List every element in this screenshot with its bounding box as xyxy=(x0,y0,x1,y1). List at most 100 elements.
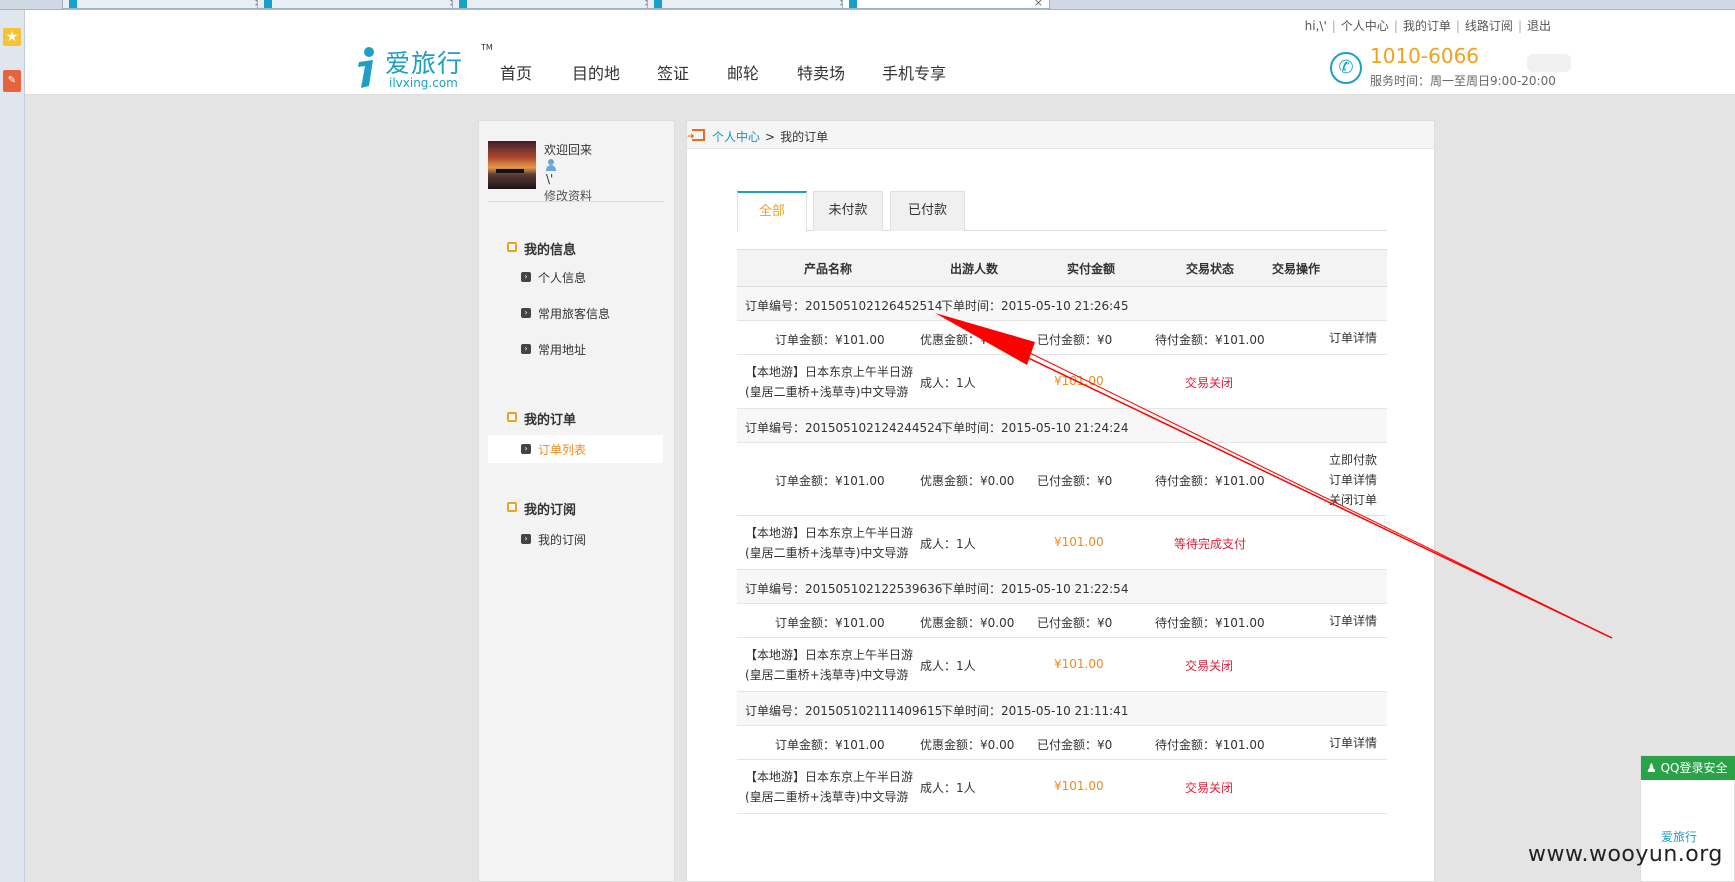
product-name[interactable]: 【本地游】日本东京上午半日游(皇居二重桥+浅草寺)中文导游 xyxy=(745,523,920,563)
username: \' xyxy=(546,172,554,186)
order-discount: 优惠金额：¥0.00 xyxy=(920,333,1015,347)
order-amount-row: 订单金额：¥101.00 优惠金额：¥0.00 已付金额：¥0 待付金额：¥10… xyxy=(737,726,1387,760)
browser-tab[interactable]: × xyxy=(452,0,660,9)
qq-login-bar[interactable]: ♟ QQ登录安全 xyxy=(1641,756,1735,780)
order-paid: 已付金额：¥0 xyxy=(1037,616,1113,630)
logo-i-icon xyxy=(358,47,374,88)
route-subscription-link[interactable]: 线路订阅 xyxy=(1465,19,1513,33)
sidebar-item-label: 订单列表 xyxy=(538,443,587,457)
browser-tab-active[interactable]: × xyxy=(842,0,1050,9)
sidebar-item-subscriptions[interactable]: › 我的订阅 xyxy=(488,525,663,553)
browser-tabstrip: × × × × × xyxy=(0,0,1735,10)
close-order-link[interactable]: 关闭订单 xyxy=(1329,490,1377,510)
tab-all[interactable]: 全部 xyxy=(737,191,807,232)
order-detail-link[interactable]: 订单详情 xyxy=(1329,328,1377,348)
paid-amount: ¥101.00 xyxy=(1054,779,1104,793)
logout-link[interactable]: 退出 xyxy=(1527,19,1551,33)
watermark: www.wooyun.org xyxy=(1528,842,1723,867)
section-title-my-orders: 我的订单 xyxy=(524,413,577,428)
order-due: 待付金额：¥101.00 xyxy=(1155,616,1265,630)
order-status: 交易关闭 xyxy=(1185,376,1234,390)
breadcrumb-current: 我的订单 xyxy=(780,130,829,144)
tab-unpaid[interactable]: 未付款 xyxy=(813,191,883,231)
order-due: 待付金额：¥101.00 xyxy=(1155,333,1265,347)
product-name[interactable]: 【本地游】日本东京上午半日游(皇居二重桥+浅草寺)中文导游 xyxy=(745,767,920,807)
product-name[interactable]: 【本地游】日本东京上午半日游(皇居二重桥+浅草寺)中文导游 xyxy=(745,362,920,402)
order-time: 下单时间：2015-05-10 21:26:45 xyxy=(941,299,1129,313)
favorites-star-icon[interactable]: ★ xyxy=(3,28,21,46)
site-header: hi,\' | 个人中心 | 我的订单 | 线路订阅 | 退出 爱旅行 TM ilvxing.c… xyxy=(25,10,1735,95)
order-detail-link[interactable]: 订单详情 xyxy=(1329,733,1377,753)
avatar[interactable] xyxy=(488,141,536,189)
divider xyxy=(488,201,664,202)
sidebar-item-addresses[interactable]: › 常用地址 xyxy=(488,335,663,363)
sidebar-item-label: 常用旅客信息 xyxy=(538,307,611,321)
order-time: 下单时间：2015-05-10 21:24:24 xyxy=(941,421,1129,435)
nav-visa[interactable]: 签证 xyxy=(657,60,689,84)
breadcrumb-link[interactable]: 个人中心 xyxy=(712,130,760,144)
arrow-right-icon: › xyxy=(521,272,531,282)
section-bullet-icon xyxy=(507,502,517,512)
breadcrumb: ➜ 个人中心 > 我的订单 xyxy=(687,121,1434,149)
order-amount-row: 订单金额：¥101.00 优惠金额：¥0.00 已付金额：¥0 待付金额：¥10… xyxy=(737,604,1387,638)
section-title-my-subscriptions: 我的订阅 xyxy=(524,503,577,518)
column-header: 交易状态 xyxy=(1186,262,1235,276)
greeting-text: hi,\' xyxy=(1304,19,1327,33)
qq-icon: ♟ xyxy=(1646,761,1661,775)
browser-tab[interactable]: × xyxy=(647,0,855,9)
order-due: 待付金额：¥101.00 xyxy=(1155,474,1265,488)
world-map-icon xyxy=(1527,54,1571,72)
nav-cruise[interactable]: 邮轮 xyxy=(727,60,759,84)
tab-paid[interactable]: 已付款 xyxy=(890,191,965,231)
column-header: 交易操作 xyxy=(1272,262,1321,276)
user-sidebar: 欢迎回来 \' 修改资料 我的信息 › 个人信息 › 常用旅客信息 › 常用地址 我的… xyxy=(478,120,675,882)
logo-trademark: TM xyxy=(481,43,493,52)
favicon-icon xyxy=(264,0,272,8)
top-links: hi,\' | 个人中心 | 我的订单 | 线路订阅 | 退出 xyxy=(1304,19,1551,33)
order-paid: 已付金额：¥0 xyxy=(1037,333,1113,347)
order-time: 下单时间：2015-05-10 21:22:54 xyxy=(941,582,1129,596)
close-icon[interactable]: × xyxy=(1034,0,1043,9)
order-product-row: 【本地游】日本东京上午半日游(皇居二重桥+浅草寺)中文导游 成人：1人 ¥101… xyxy=(737,638,1387,692)
order-number: 订单编号：201505102122539636 xyxy=(745,582,943,596)
browser-tab[interactable]: × xyxy=(257,0,465,9)
my-orders-link[interactable]: 我的订单 xyxy=(1403,19,1451,33)
favicon-icon xyxy=(849,0,857,8)
order-due: 待付金额：¥101.00 xyxy=(1155,738,1265,752)
paid-amount: ¥101.00 xyxy=(1054,535,1104,549)
bookmark-tool-icon[interactable]: ✎ xyxy=(3,70,21,92)
nav-sale[interactable]: 特卖场 xyxy=(797,60,845,84)
service-hours: 服务时间：周一至周日9:00-20:00 xyxy=(1370,74,1556,88)
order-detail-link[interactable]: 订单详情 xyxy=(1329,611,1377,631)
order-product-row: 【本地游】日本东京上午半日游(皇居二重桥+浅草寺)中文导游 成人：1人 ¥101… xyxy=(737,760,1387,814)
logo-domain: ilvxing.com xyxy=(389,76,458,90)
sidebar-item-order-list[interactable]: › 订单列表 xyxy=(488,435,663,463)
order-status: 交易关闭 xyxy=(1185,781,1234,795)
traveler-count: 成人：1人 xyxy=(920,659,976,673)
nav-home[interactable]: 首页 xyxy=(500,60,532,84)
order-discount: 优惠金额：¥0.00 xyxy=(920,474,1015,488)
section-bullet-icon xyxy=(507,242,517,252)
arrow-right-icon: › xyxy=(521,344,531,354)
arrow-right-icon: › xyxy=(521,534,531,544)
sidebar-item-travelers[interactable]: › 常用旅客信息 xyxy=(488,299,663,327)
browser-tab[interactable]: × xyxy=(62,0,270,9)
sidebar-item-personal-info[interactable]: › 个人信息 xyxy=(488,263,663,291)
order-amount-row: 订单金额：¥101.00 优惠金额：¥0.00 已付金额：¥0 待付金额：¥10… xyxy=(737,321,1387,355)
personal-center-link[interactable]: 个人中心 xyxy=(1341,19,1389,33)
pay-now-link[interactable]: 立即付款 xyxy=(1329,450,1377,470)
product-name[interactable]: 【本地游】日本东京上午半日游(皇居二重桥+浅草寺)中文导游 xyxy=(745,645,920,685)
order-header-row: 订单编号：201505102126452514 下单时间：2015-05-10 … xyxy=(737,287,1387,321)
hotline-number: 1010-6066 xyxy=(1370,44,1480,68)
order-total: 订单金额：¥101.00 xyxy=(775,616,885,630)
order-header-row: 订单编号：201505102122539636 下单时间：2015-05-10 … xyxy=(737,570,1387,604)
order-total: 订单金额：¥101.00 xyxy=(775,474,885,488)
enter-icon: ➜ xyxy=(687,129,705,142)
sidebar-item-label: 常用地址 xyxy=(538,343,587,357)
order-detail-link[interactable]: 订单详情 xyxy=(1329,470,1377,490)
nav-mobile[interactable]: 手机专享 xyxy=(882,60,946,84)
nav-destination[interactable]: 目的地 xyxy=(572,60,620,84)
order-number: 订单编号：201505102126452514 xyxy=(745,299,943,313)
order-number: 订单编号：201505102124244524 xyxy=(745,421,943,435)
order-tabs: 全部 未付款 已付款 xyxy=(737,191,1387,232)
